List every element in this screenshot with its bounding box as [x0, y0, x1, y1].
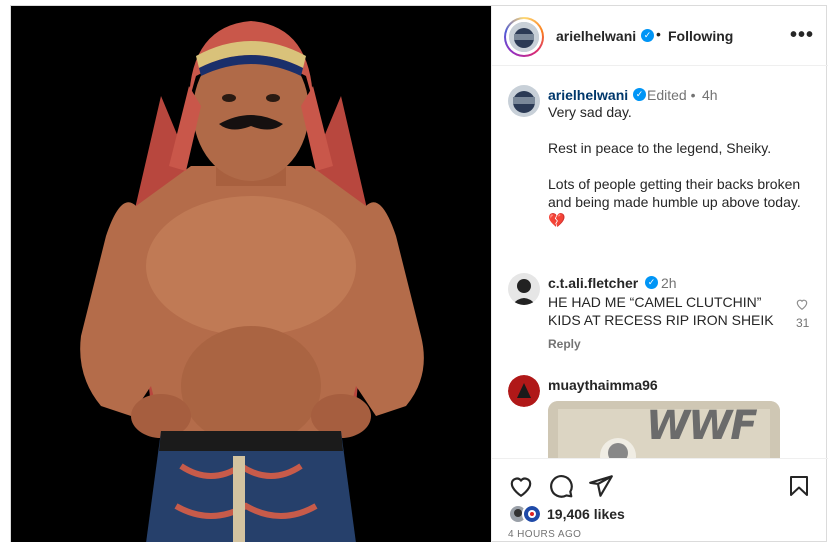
comment-like-count: 31 [796, 316, 810, 330]
comment-image[interactable]: WWF [548, 401, 780, 458]
likes-count[interactable]: 19,406 likes [547, 506, 625, 522]
commenter-username[interactable]: muaythaimma96 [548, 377, 658, 393]
comment-heart-icon[interactable] [795, 297, 809, 311]
caption-avatar[interactable] [508, 85, 540, 117]
comment-time[interactable]: 2h [661, 275, 677, 291]
commenter-avatar[interactable] [508, 273, 540, 305]
avatar-image [509, 22, 539, 52]
wrestler-photo [11, 6, 491, 542]
broken-heart-emoji: 💔 [548, 212, 566, 228]
post-header: arielhelwani ✓ • Following ••• [492, 6, 828, 66]
bookmark-icon[interactable] [787, 473, 811, 499]
comment-icon[interactable] [548, 473, 574, 499]
comment-text: HE HAD ME “CAMEL CLUTCHIN” KIDS AT RECES… [548, 294, 774, 328]
more-options-icon[interactable]: ••• [790, 24, 814, 47]
following-button[interactable]: Following [668, 28, 733, 44]
commenter-avatar[interactable] [508, 375, 540, 407]
post-actions: 19,406 likes 4 HOURS AGO [492, 458, 828, 542]
comments-list[interactable]: arielhelwani ✓ Edited • 4h Very sad day.… [492, 67, 828, 458]
heart-icon[interactable] [508, 473, 534, 499]
verified-badge-icon: ✓ [645, 276, 658, 289]
liker-avatar [522, 504, 542, 524]
caption-username[interactable]: arielhelwani [548, 87, 628, 103]
edited-label: Edited • [647, 87, 696, 103]
paper-plane-icon[interactable] [588, 473, 614, 499]
post-side-panel: arielhelwani ✓ • Following ••• arielhelw… [491, 6, 828, 542]
caption-time[interactable]: 4h [702, 87, 718, 103]
caption-text: Very sad day. Rest in peace to the legen… [548, 104, 801, 210]
author-avatar[interactable] [504, 17, 544, 57]
post-modal: arielhelwani ✓ • Following ••• arielhelw… [10, 5, 828, 542]
commenter-username[interactable]: c.t.ali.fletcher [548, 275, 638, 291]
verified-badge-icon: ✓ [633, 88, 646, 101]
post-time-ago[interactable]: 4 HOURS AGO [508, 529, 581, 540]
verified-badge-icon: ✓ [641, 29, 654, 42]
author-username[interactable]: arielhelwani [556, 28, 636, 44]
wwf-logo-text: WWF [646, 403, 758, 449]
header-separator: • [656, 26, 661, 42]
reply-button[interactable]: Reply [548, 337, 581, 351]
post-photo[interactable] [11, 6, 491, 542]
